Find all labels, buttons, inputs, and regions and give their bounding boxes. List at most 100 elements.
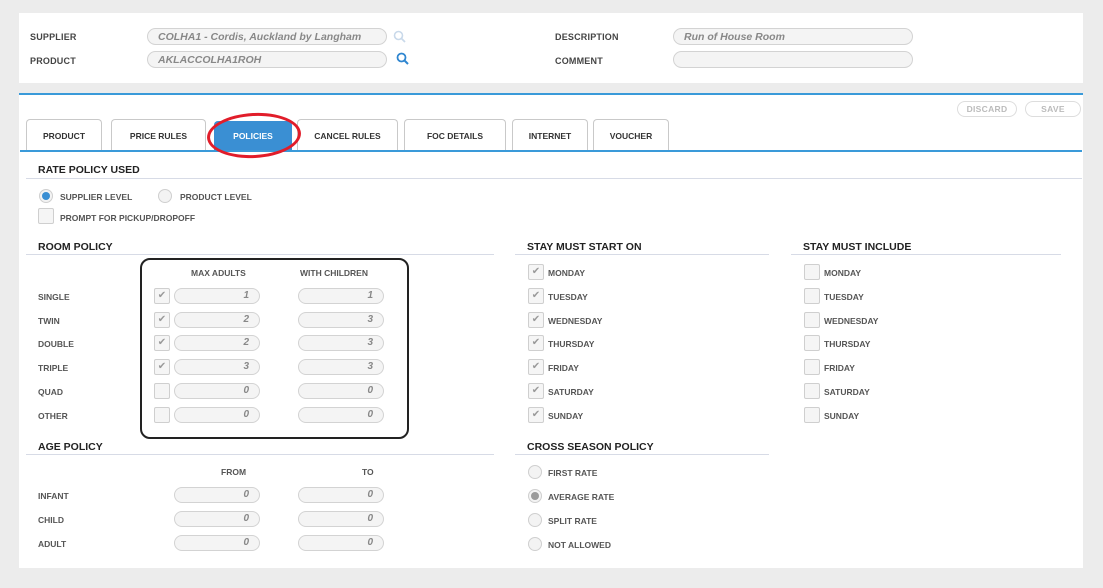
stay-start-day-label: WEDNESDAY [548,316,603,326]
age-to-input[interactable]: 0 [298,511,384,527]
stay-include-day-label: FRIDAY [824,363,855,373]
comment-field[interactable] [673,51,913,68]
room-row-label: TWIN [38,316,60,326]
room-row-checkbox[interactable]: ✔ [154,359,170,375]
stay-include-day-label: WEDNESDAY [824,316,879,326]
with-children-input[interactable]: 0 [298,383,384,399]
stay-start-checkbox[interactable]: ✔ [528,383,544,399]
supplier-level-radio[interactable] [39,189,53,203]
room-row-checkbox[interactable] [154,383,170,399]
stay-include-day-label: TUESDAY [824,292,864,302]
description-field[interactable]: Run of House Room [673,28,913,45]
header-card [19,13,1083,83]
with-children-input[interactable]: 3 [298,312,384,328]
stay-include-day-label: SATURDAY [824,387,870,397]
divider [515,454,769,455]
room-row-label: OTHER [38,411,68,421]
stay-include-checkbox[interactable] [804,407,820,423]
age-to-input[interactable]: 0 [298,487,384,503]
with-children-header: WITH CHILDREN [300,268,368,278]
stay-start-checkbox[interactable]: ✔ [528,264,544,280]
stay-start-day-label: THURSDAY [548,339,595,349]
stay-include-checkbox[interactable] [804,335,820,351]
stay-start-day-label: TUESDAY [548,292,588,302]
supplier-field[interactable]: COLHA1 - Cordis, Auckland by Langham [147,28,387,45]
age-from-input[interactable]: 0 [174,511,260,527]
cross-season-radio[interactable] [528,513,542,527]
cross-season-label: SPLIT RATE [548,516,597,526]
supplier-level-label: SUPPLIER LEVEL [60,192,133,202]
stay-include-checkbox[interactable] [804,288,820,304]
room-row-label: QUAD [38,387,64,397]
check-icon: ✔ [157,314,167,325]
stay-include-title: STAY MUST INCLUDE [803,241,912,253]
check-icon: ✔ [157,290,167,301]
cross-season-radio[interactable] [528,537,542,551]
check-icon: ✔ [531,361,541,372]
max-adults-input[interactable]: 2 [174,335,260,351]
stay-include-checkbox[interactable] [804,312,820,328]
cross-season-label: FIRST RATE [548,468,598,478]
tab-voucher[interactable]: VOUCHER [593,119,669,151]
comment-label: COMMENT [555,56,603,66]
max-adults-header: MAX ADULTS [191,268,246,278]
description-label: DESCRIPTION [555,32,619,42]
stay-include-checkbox[interactable] [804,383,820,399]
cross-season-radio[interactable] [528,489,542,503]
max-adults-input[interactable]: 3 [174,359,260,375]
stay-include-checkbox[interactable] [804,359,820,375]
from-header: FROM [221,467,247,477]
stay-start-checkbox[interactable]: ✔ [528,288,544,304]
divider [26,454,494,455]
check-icon: ✔ [531,266,541,277]
tab-cancel-rules[interactable]: CANCEL RULES [297,119,398,151]
max-adults-input[interactable]: 1 [174,288,260,304]
room-row-checkbox[interactable]: ✔ [154,288,170,304]
tab-price-rules[interactable]: PRICE RULES [111,119,206,151]
age-from-input[interactable]: 0 [174,487,260,503]
product-level-label: PRODUCT LEVEL [180,192,252,202]
stay-start-day-label: SUNDAY [548,411,584,421]
tab-internet[interactable]: INTERNET [512,119,588,151]
product-level-radio[interactable] [158,189,172,203]
check-icon: ✔ [531,337,541,348]
tab-product[interactable]: PRODUCT [26,119,102,151]
divider [26,254,494,255]
product-field[interactable]: AKLACCOLHA1ROH [147,51,387,68]
max-adults-input[interactable]: 0 [174,407,260,423]
room-row-label: DOUBLE [38,339,74,349]
prompt-pickup-checkbox[interactable] [38,208,54,224]
stay-start-checkbox[interactable]: ✔ [528,335,544,351]
room-row-checkbox[interactable]: ✔ [154,312,170,328]
stay-include-day-label: MONDAY [824,268,861,278]
stay-start-checkbox[interactable]: ✔ [528,407,544,423]
room-row-checkbox[interactable] [154,407,170,423]
check-icon: ✔ [157,361,167,372]
with-children-input[interactable]: 3 [298,335,384,351]
age-row-label: ADULT [38,539,67,549]
room-policy-title: ROOM POLICY [38,241,113,253]
supplier-label: SUPPLIER [30,32,77,42]
room-row-checkbox[interactable]: ✔ [154,335,170,351]
tab-foc-details[interactable]: FOC DETAILS [404,119,506,151]
stay-include-checkbox[interactable] [804,264,820,280]
age-from-input[interactable]: 0 [174,535,260,551]
cross-season-radio[interactable] [528,465,542,479]
age-to-input[interactable]: 0 [298,535,384,551]
with-children-input[interactable]: 3 [298,359,384,375]
check-icon: ✔ [531,314,541,325]
with-children-input[interactable]: 0 [298,407,384,423]
stay-start-checkbox[interactable]: ✔ [528,312,544,328]
max-adults-input[interactable]: 2 [174,312,260,328]
room-row-label: TRIPLE [38,363,69,373]
search-icon[interactable] [393,30,406,43]
save-button[interactable]: SAVE [1025,101,1081,117]
discard-button[interactable]: DISCARD [957,101,1017,117]
cross-season-label: AVERAGE RATE [548,492,615,502]
stay-start-checkbox[interactable]: ✔ [528,359,544,375]
check-icon: ✔ [157,337,167,348]
max-adults-input[interactable]: 0 [174,383,260,399]
with-children-input[interactable]: 1 [298,288,384,304]
search-icon[interactable] [396,52,409,65]
stay-start-day-label: SATURDAY [548,387,594,397]
